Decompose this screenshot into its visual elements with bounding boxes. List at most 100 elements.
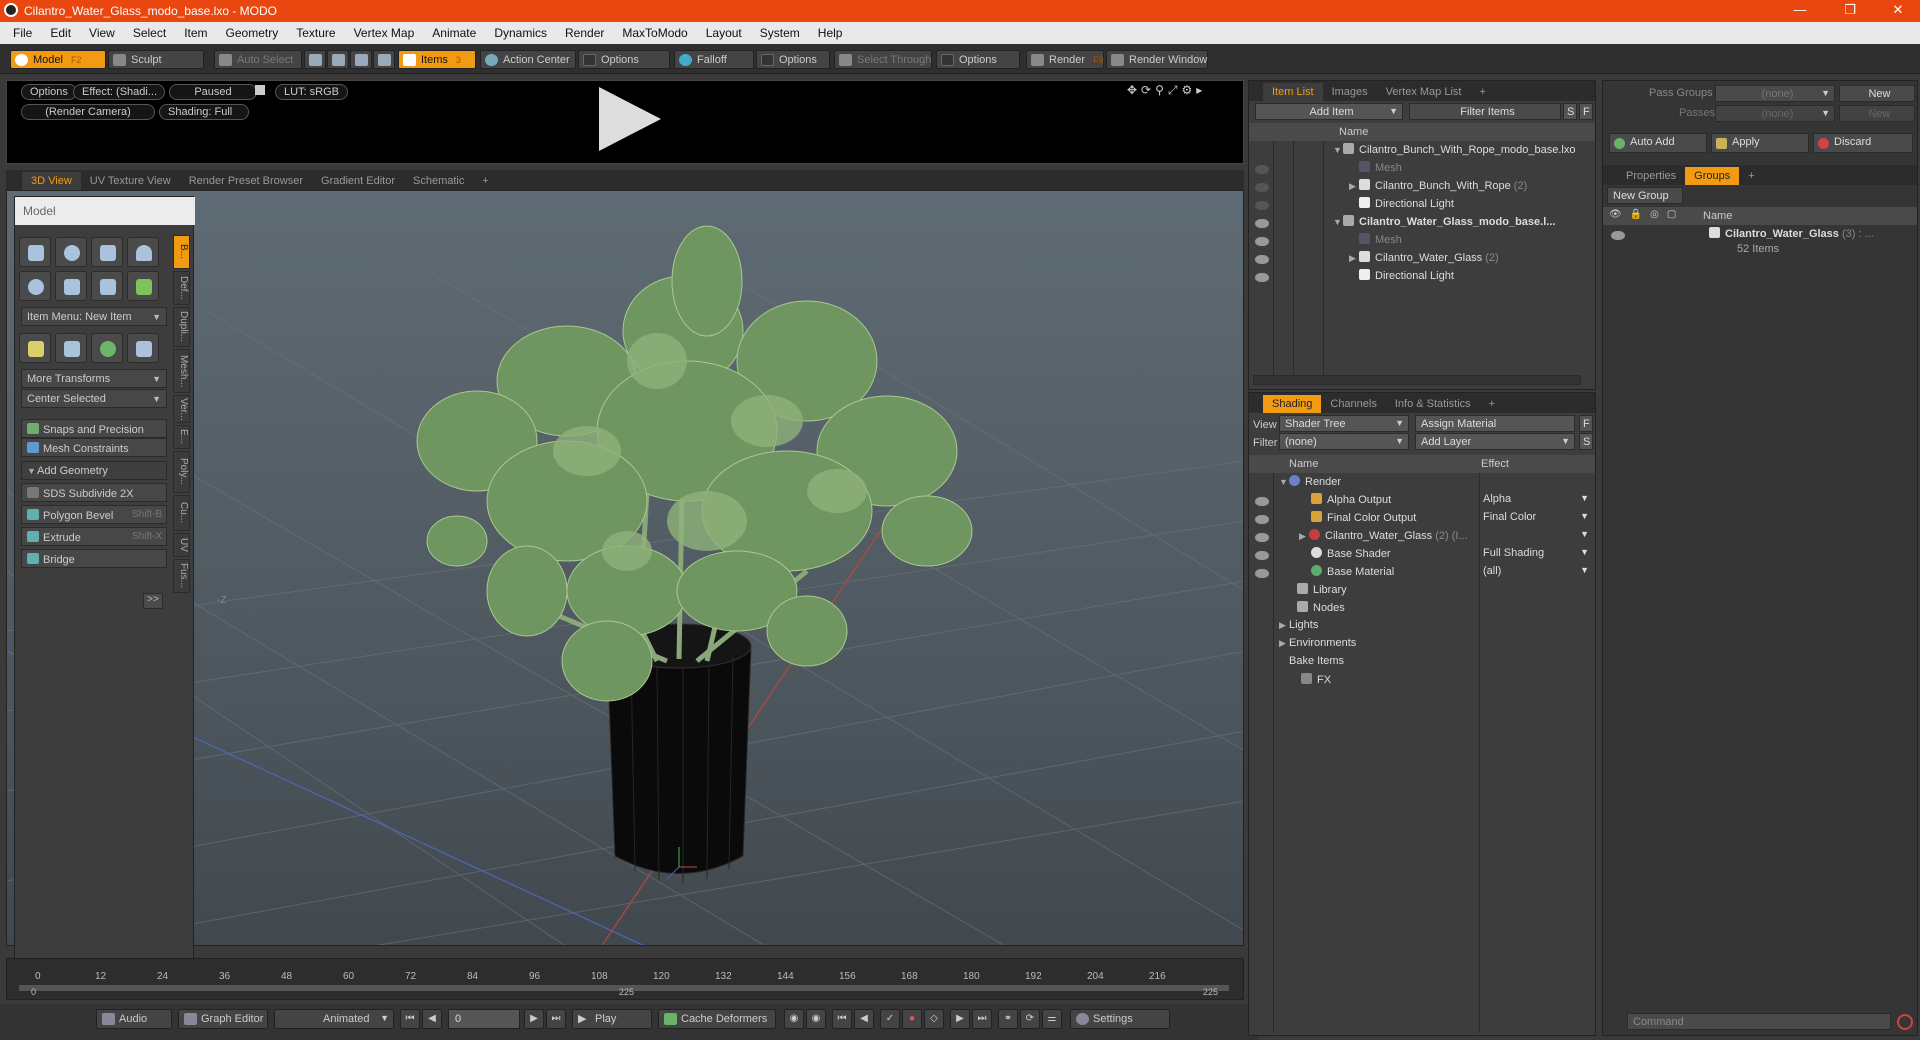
add-geometry-header[interactable]: ▼Add Geometry [21,461,167,480]
mesh-row[interactable]: Mesh [1249,161,1595,179]
cube-primitive-button[interactable] [19,237,51,267]
eye-icon[interactable] [1255,551,1269,560]
shader-row-bake-items[interactable]: Bake Items [1249,655,1595,673]
select-through-button[interactable]: Select Through [834,50,932,69]
group-row-glass[interactable]: ▶ Cilantro_Water_Glass (2) [1249,251,1595,269]
key-button[interactable]: ✓ [880,1009,900,1029]
preview-nav-icons[interactable]: ✥⟳⚲⤢⚙▸ [1127,83,1206,98]
view-dropdown[interactable]: Shader Tree ▼ [1279,415,1409,432]
scene-row-glass[interactable]: ▼ Cilantro_Water_Glass_modo_base.l... [1249,215,1595,233]
extrude-button[interactable]: Extrude Shift-X [21,527,167,546]
grid-settings-icon[interactable]: ⚌ [1042,1009,1062,1029]
menu-system[interactable]: System [751,26,809,40]
tab-properties[interactable]: Properties [1617,167,1685,185]
horizontal-scrollbar[interactable] [1253,375,1581,385]
model-mode-button[interactable]: Model F2 [10,50,106,69]
eye-icon[interactable] [1255,165,1269,174]
pass-groups-dropdown[interactable]: (none) ▼ [1715,85,1835,102]
vtab-basic[interactable]: B... [173,235,190,269]
delete-key-button[interactable]: ◇ [924,1009,944,1029]
vtab-edge[interactable]: E... [173,425,190,449]
chain-icon[interactable]: ⚭ [998,1009,1018,1029]
filter-items-input[interactable]: Filter Items [1409,103,1561,120]
taper-tool-button[interactable] [127,333,159,363]
vtab-vertex[interactable]: Ver... [173,395,190,423]
menu-animate[interactable]: Animate [423,26,485,40]
chevron-down-icon[interactable]: ▼ [1580,511,1589,521]
sds-subdivide-button[interactable]: SDS Subdivide 2X [21,483,167,502]
lock-icon[interactable] [255,85,265,95]
center-selected-dropdown[interactable]: Center Selected ▼ [21,389,167,408]
frame-input[interactable]: 0 [448,1009,520,1029]
render-window-button[interactable]: Render Window [1106,50,1208,69]
move-tool-button[interactable] [19,333,51,363]
sphere-primitive-button[interactable] [55,237,87,267]
s-toggle[interactable]: S [1563,103,1577,120]
tab-item-list[interactable]: Item List [1263,83,1323,101]
menu-layout[interactable]: Layout [697,26,751,40]
add-tab-button[interactable]: + [1739,167,1763,185]
vtab-mesh[interactable]: Mesh... [173,349,190,393]
add-tab-button[interactable]: + [1470,83,1494,101]
action-center-options-button[interactable]: Options [578,50,670,69]
torus-primitive-button[interactable] [19,271,51,301]
new-pass-button[interactable]: New [1839,105,1915,122]
next-frame-button[interactable]: ▶ [524,1009,544,1029]
filter-dropdown[interactable]: (none) ▼ [1279,433,1409,450]
eye-icon[interactable] [1255,497,1269,506]
pen-tool-button[interactable] [91,271,123,301]
menu-file[interactable]: File [4,26,41,40]
shader-row-library[interactable]: Library [1249,583,1595,601]
vtab-deform[interactable]: Def... [173,271,190,305]
more-transforms-dropdown[interactable]: More Transforms ▼ [21,369,167,388]
eye-icon[interactable] [1255,569,1269,578]
menu-geometry[interactable]: Geometry [217,26,288,40]
eye-icon[interactable] [1255,183,1269,192]
assign-material-button[interactable]: Assign Material [1415,415,1575,432]
items-mode-button[interactable]: Items 3 [398,50,476,69]
shader-row-fx[interactable]: FX [1249,673,1595,691]
vtab-polygon[interactable]: Poly... [173,451,190,493]
shader-row-environments[interactable]: ▶ Environments [1249,637,1595,655]
timeline[interactable]: 0 12 24 36 48 60 72 84 96 108 120 132 14… [6,958,1244,1000]
add-layer-dropdown[interactable]: Add Layer ▼ [1415,433,1575,450]
chevron-down-icon[interactable]: ▼ [1580,493,1589,503]
menu-maxtomodo[interactable]: MaxToModo [613,26,696,40]
menu-render[interactable]: Render [556,26,613,40]
eye-icon[interactable] [1255,201,1269,210]
prev-key-button[interactable]: ◀ [422,1009,442,1029]
tab-groups[interactable]: Groups [1685,167,1740,185]
menu-view[interactable]: View [80,26,124,40]
action-center-button[interactable]: Action Center [480,50,576,69]
eye-icon[interactable] [1255,273,1269,282]
close-button[interactable]: ✕ [1878,2,1918,18]
tab-vertex-map-list[interactable]: Vertex Map List [1377,83,1471,101]
text-tool-button[interactable] [127,271,159,301]
polygon-bevel-button[interactable]: Polygon Bevel Shift-B [21,505,167,524]
vtab-curve[interactable]: Cu... [173,495,190,531]
cylinder-primitive-button[interactable] [91,237,123,267]
render-button[interactable]: Render F9 [1026,50,1104,69]
eye-icon[interactable] [1255,219,1269,228]
mesh-row[interactable]: Mesh [1249,233,1595,251]
menu-vertex-map[interactable]: Vertex Map [345,26,424,40]
new-group-button[interactable]: New Group [1607,187,1683,204]
tab-channels[interactable]: Channels [1321,395,1385,413]
light-row-rope[interactable]: Directional Light [1249,197,1595,215]
effect-dropdown[interactable]: Effect: (Shadi... [73,84,165,100]
f-toggle[interactable]: F [1579,415,1593,432]
go-end-button[interactable]: ⏭ [546,1009,566,1029]
preview-options-button[interactable]: Options [21,84,77,100]
play-button[interactable]: ▶ Play [572,1009,652,1029]
tab-gradient-editor[interactable]: Gradient Editor [312,172,404,190]
prev-keyframe-button[interactable]: ⏮ [832,1009,852,1029]
tab-info-statistics[interactable]: Info & Statistics [1386,395,1480,413]
lut-dropdown[interactable]: LUT: sRGB [275,84,349,100]
passes-dropdown[interactable]: (none) ▼ [1715,105,1835,122]
vtab-uv[interactable]: UV [173,533,190,557]
record-button[interactable]: ● [902,1009,922,1029]
group-row-rope[interactable]: ▶ Cilantro_Bunch_With_Rope (2) [1249,179,1595,197]
eye-icon[interactable] [1255,515,1269,524]
eye-icon[interactable] [1255,255,1269,264]
cache-deformers-button[interactable]: Cache Deformers [658,1009,776,1029]
